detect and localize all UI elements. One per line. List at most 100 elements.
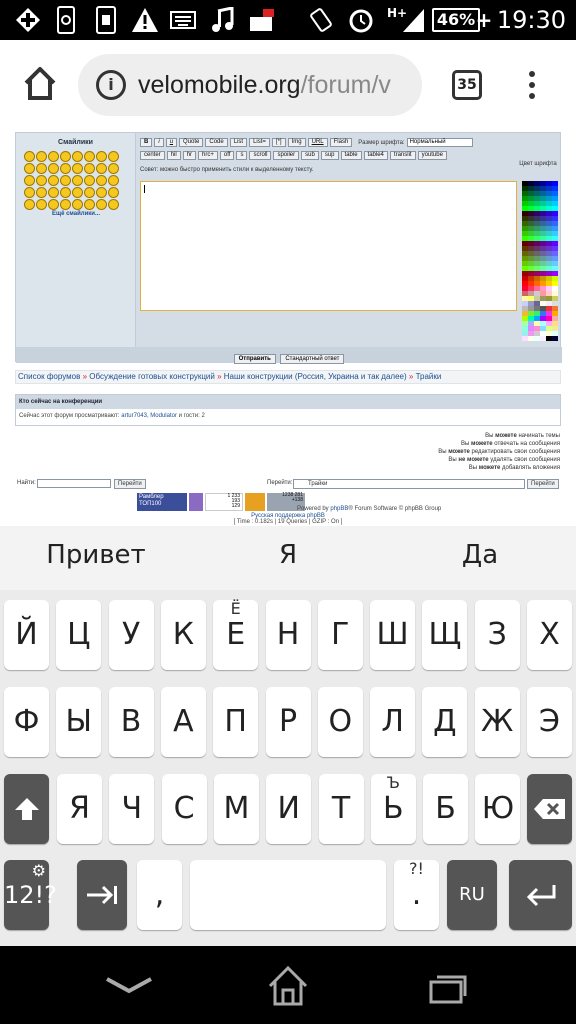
phpbb-link[interactable]: phpBB [330, 506, 348, 512]
suggestion-2[interactable]: Я [192, 540, 384, 570]
bbcode-button[interactable]: scroll [249, 151, 272, 160]
letter-key[interactable]: Р [265, 687, 311, 757]
smiley-icon[interactable] [48, 163, 59, 174]
smiley-icon[interactable] [84, 151, 95, 162]
backspace-key[interactable] [527, 774, 572, 844]
smiley-icon[interactable] [72, 187, 83, 198]
breadcrumb-discussion[interactable]: Обсуждение готовых конструкций [89, 372, 215, 381]
smiley-icon[interactable] [72, 199, 83, 210]
bbcode-button[interactable]: s [236, 151, 248, 160]
format-button[interactable]: [*] [271, 138, 286, 147]
smiley-icon[interactable] [60, 175, 71, 186]
letter-key[interactable]: ЁЕ [213, 600, 259, 670]
smiley-icon[interactable] [24, 175, 35, 186]
smiley-icon[interactable] [60, 187, 71, 198]
shift-key[interactable] [4, 774, 49, 844]
suggestion-3[interactable]: Да [384, 540, 576, 570]
letter-key[interactable]: Ц [56, 600, 102, 670]
letter-key[interactable]: Х [527, 600, 572, 670]
full-reply-button[interactable]: Стандартный ответ [280, 354, 345, 364]
letter-key[interactable]: М [213, 774, 259, 844]
smiley-icon[interactable] [60, 151, 71, 162]
letter-key[interactable]: Ж [474, 687, 520, 757]
site-info-icon[interactable]: i [96, 70, 126, 100]
smiley-icon[interactable] [24, 199, 35, 210]
more-menu-button[interactable] [522, 68, 542, 104]
find-input[interactable] [37, 479, 111, 488]
home-nav-icon[interactable] [266, 964, 310, 1008]
letter-key[interactable]: А [160, 687, 206, 757]
letter-key[interactable]: У [108, 600, 154, 670]
online-users[interactable]: artur7043, Modulator [121, 413, 177, 419]
letter-key[interactable]: С [161, 774, 207, 844]
letter-key[interactable]: Б [423, 774, 469, 844]
format-button[interactable]: i [154, 138, 164, 147]
address-bar[interactable]: i velomobile.org/forum/v [78, 54, 422, 116]
format-button[interactable]: Quote [179, 138, 204, 147]
bbcode-button[interactable]: table [340, 151, 362, 160]
find-go-button[interactable]: Перейти [114, 479, 146, 489]
letter-key[interactable]: Щ [422, 600, 468, 670]
smiley-icon[interactable] [108, 187, 119, 198]
smiley-icon[interactable] [96, 163, 107, 174]
suggestion-1[interactable]: Привет [0, 540, 192, 570]
smiley-icon[interactable] [84, 175, 95, 186]
smiley-icon[interactable] [60, 199, 71, 210]
smiley-icon[interactable] [84, 187, 95, 198]
bbcode-button[interactable]: hr [182, 151, 197, 160]
format-button[interactable]: Flash [329, 138, 353, 147]
smiley-icon[interactable] [48, 175, 59, 186]
letter-key[interactable]: И [266, 774, 312, 844]
bbcode-button[interactable]: spoiler [273, 151, 300, 160]
letter-key[interactable]: Ы [56, 687, 102, 757]
letter-key[interactable]: К [160, 600, 206, 670]
period-key[interactable]: ?! . [394, 860, 439, 930]
letter-key[interactable]: О [317, 687, 363, 757]
smiley-icon[interactable] [36, 175, 47, 186]
smiley-icon[interactable] [84, 199, 95, 210]
smiley-icon[interactable] [24, 163, 35, 174]
letter-key[interactable]: Т [318, 774, 364, 844]
counter-badge[interactable] [189, 493, 203, 511]
bbcode-button[interactable]: youtube [417, 151, 447, 160]
bbcode-button[interactable]: hrc+ [198, 151, 218, 160]
letter-key[interactable]: Н [265, 600, 311, 670]
letter-key[interactable]: Л [370, 687, 416, 757]
tab-key[interactable] [77, 860, 127, 930]
smiley-icon[interactable] [108, 151, 119, 162]
smiley-icon[interactable] [84, 163, 95, 174]
bbcode-button[interactable]: table4 [363, 151, 388, 160]
smiley-icon[interactable] [24, 187, 35, 198]
message-textarea[interactable] [140, 181, 517, 311]
letter-key[interactable]: Ч [109, 774, 155, 844]
smiley-icon[interactable] [96, 151, 107, 162]
smiley-icon[interactable] [24, 151, 35, 162]
letter-key[interactable]: Ш [370, 600, 416, 670]
more-smilies-link[interactable]: Ещё смайлики... [16, 211, 136, 217]
breadcrumb-our-designs[interactable]: Наши конструкции (Россия, Украина и так … [224, 372, 407, 381]
format-button[interactable]: Img [287, 138, 306, 147]
letter-key[interactable]: Ю [475, 774, 521, 844]
breadcrumb-trikes[interactable]: Трайки [416, 372, 442, 381]
smiley-icon[interactable] [48, 187, 59, 198]
letter-key[interactable]: Я [57, 774, 102, 844]
format-button[interactable]: u [165, 138, 178, 147]
back-chevron-icon[interactable] [104, 976, 154, 996]
color-swatch[interactable] [552, 336, 558, 341]
smiley-icon[interactable] [60, 163, 71, 174]
jump-go-button[interactable]: Перейти [527, 479, 559, 489]
smiley-icon[interactable] [36, 187, 47, 198]
letter-key[interactable]: З [474, 600, 520, 670]
letter-key[interactable]: Г [317, 600, 363, 670]
letter-key[interactable]: Ф [4, 687, 49, 757]
bbcode-button[interactable]: sub [301, 151, 319, 160]
smiley-icon[interactable] [96, 175, 107, 186]
smiley-icon[interactable] [36, 163, 47, 174]
smiley-icon[interactable] [72, 151, 83, 162]
smiley-icon[interactable] [72, 175, 83, 186]
submit-button[interactable]: Отправить [233, 354, 276, 364]
smiley-icon[interactable] [96, 187, 107, 198]
color-palette[interactable] [522, 181, 558, 341]
bbcode-button[interactable]: center [140, 151, 165, 160]
visits-counter[interactable]: 1 233 193 129 [205, 493, 243, 511]
